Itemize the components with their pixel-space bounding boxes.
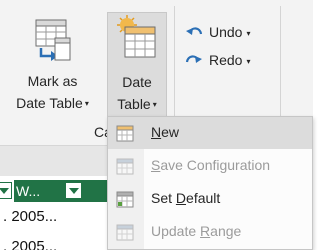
menu-item-new[interactable]: New <box>108 117 312 149</box>
date-table-button[interactable]: Date Table ▾ <box>107 12 167 118</box>
redo-button[interactable]: Redo ▾ <box>185 52 250 69</box>
calendar-default-icon <box>116 190 134 213</box>
column-filter-button[interactable] <box>0 182 12 199</box>
mark-as-date-table-label-line1: Mark as <box>27 73 78 89</box>
menu-item-label: New <box>151 124 180 140</box>
menu-item-label: Set Default <box>151 190 221 206</box>
menu-item-save-configuration[interactable]: Save Configuration <box>108 150 312 182</box>
date-table-label-line1: Date <box>122 74 152 90</box>
calendar-save-icon <box>116 157 134 180</box>
menu-item-label: Save Configuration <box>151 157 271 173</box>
chevron-down-icon: ▾ <box>84 99 89 109</box>
calendar-new-icon <box>116 124 134 147</box>
ribbon-divider <box>174 6 175 118</box>
menu-item-update-range[interactable]: Update Range <box>108 216 312 248</box>
undo-icon <box>186 27 203 36</box>
menu-item-set-default[interactable]: Set Default <box>108 183 312 215</box>
column-header[interactable] <box>84 180 107 202</box>
redo-icon <box>185 55 202 64</box>
column-header-label: W... <box>16 183 41 199</box>
undo-label: Undo <box>209 24 243 40</box>
calendar-range-icon <box>116 223 134 246</box>
redo-label: Redo <box>209 52 243 68</box>
chevron-down-icon: ▾ <box>246 28 251 38</box>
table-cell[interactable]: . 2005... <box>3 238 57 250</box>
date-table-icon <box>117 15 157 65</box>
mark-as-date-table-label-line2: Date Table ▾ <box>16 95 89 111</box>
chevron-down-icon: ▾ <box>152 100 157 110</box>
table-cell[interactable]: . 2005... <box>3 208 57 225</box>
undo-button[interactable]: Undo ▾ <box>185 24 250 41</box>
mark-as-date-table-button[interactable]: Mark as Date Table ▾ <box>0 8 105 118</box>
column-filter-button[interactable] <box>65 182 82 199</box>
mark-as-date-table-icon <box>35 18 71 68</box>
ribbon-divider <box>280 6 281 118</box>
date-table-label-line2: Table ▾ <box>117 96 157 112</box>
date-table-menu: New Save Configuration Set Default Updat… <box>107 116 313 250</box>
chevron-down-icon: ▾ <box>246 56 251 66</box>
menu-item-label: Update Range <box>151 223 242 239</box>
